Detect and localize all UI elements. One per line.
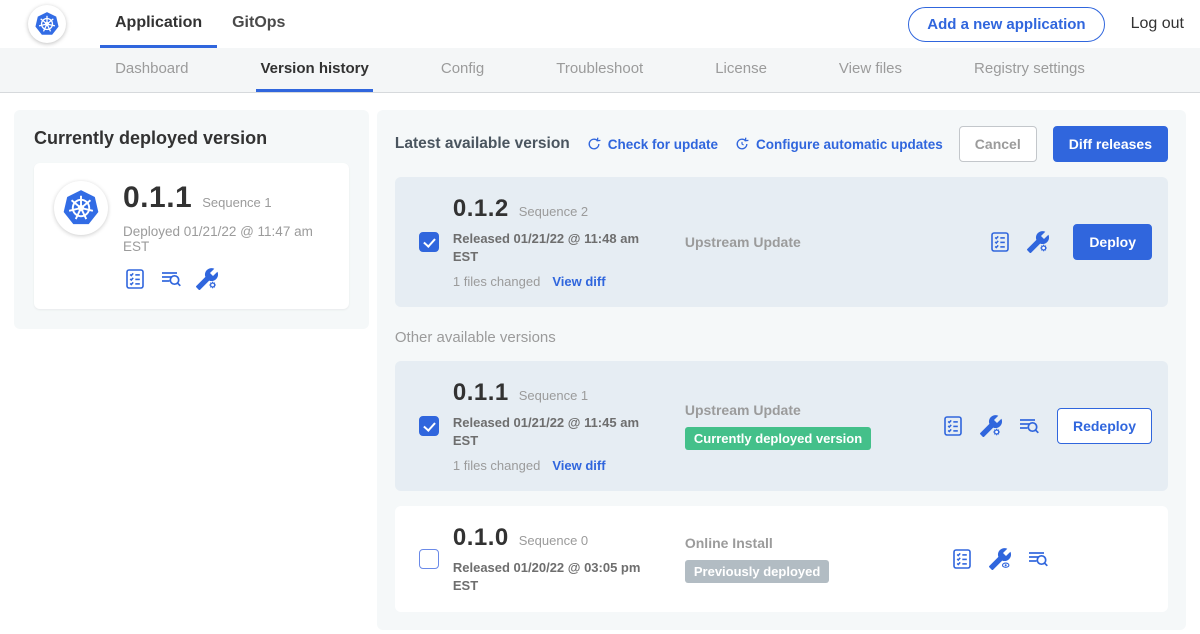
version-card: 0.1.1 Sequence 1 Released 01/21/22 @ 11:…: [395, 361, 1168, 491]
currently-deployed-panel: Currently deployed version 0.1.1 Sequenc…: [14, 110, 369, 329]
view-logs-icon[interactable]: [1026, 547, 1050, 571]
topnav-tab-application[interactable]: Application: [100, 0, 217, 48]
version-released-timestamp: Released 01/21/22 @ 11:48 am EST: [453, 230, 651, 265]
refresh-icon: [586, 136, 602, 152]
version-sequence: Sequence 0: [519, 533, 588, 548]
view-logs-icon[interactable]: [159, 267, 183, 291]
app-logo-icon: [54, 181, 108, 235]
subnav-item-license[interactable]: License: [711, 48, 771, 92]
top-navigation: ApplicationGitOps Add a new application …: [0, 0, 1200, 48]
version-select-checkbox[interactable]: [419, 232, 439, 252]
version-number: 0.1.1: [453, 379, 509, 407]
version-card: 0.1.2 Sequence 2 Released 01/21/22 @ 11:…: [395, 177, 1168, 307]
cancel-button[interactable]: Cancel: [959, 126, 1037, 162]
version-history-panel: Latest available version Check for updat…: [377, 110, 1186, 630]
version-status-badge: Currently deployed version: [685, 427, 871, 450]
version-card: 0.1.0 Sequence 0 Released 01/20/22 @ 03:…: [395, 506, 1168, 612]
logout-button[interactable]: Log out: [1131, 15, 1184, 33]
version-deploy-button[interactable]: Redeploy: [1057, 408, 1152, 444]
latest-available-title: Latest available version: [395, 135, 570, 153]
check-for-update-link[interactable]: Check for update: [586, 136, 718, 152]
view-diff-link[interactable]: View diff: [552, 274, 605, 289]
version-select-checkbox[interactable]: [419, 549, 439, 569]
preflight-checks-icon[interactable]: [988, 230, 1012, 254]
version-number: 0.1.2: [453, 195, 509, 223]
auto-update-icon: [734, 136, 750, 152]
edit-config-icon[interactable]: [1026, 230, 1050, 254]
currently-deployed-title: Currently deployed version: [34, 128, 349, 149]
view-config-icon[interactable]: [988, 547, 1012, 571]
version-released-timestamp: Released 01/21/22 @ 11:45 am EST: [453, 414, 651, 449]
preflight-checks-icon[interactable]: [950, 547, 974, 571]
view-logs-icon[interactable]: [1017, 414, 1041, 438]
deployed-version-actions: [123, 267, 329, 291]
kubernetes-logo-icon: [28, 5, 66, 43]
topnav-tabs: ApplicationGitOps: [100, 0, 300, 48]
diff-releases-button[interactable]: Diff releases: [1053, 126, 1168, 162]
version-sequence: Sequence 1: [519, 388, 588, 403]
app-sub-navigation: Dashboard Version history Config Troublesho…: [0, 48, 1200, 93]
edit-config-icon[interactable]: [195, 267, 219, 291]
version-source-label: Upstream Update: [685, 234, 988, 250]
subnav-item-config[interactable]: Config: [437, 48, 488, 92]
subnav-item-view-files[interactable]: View files: [835, 48, 906, 92]
version-action-icons: [950, 547, 1050, 571]
subnav-item-dashboard[interactable]: Dashboard: [111, 48, 192, 92]
configure-automatic-updates-link[interactable]: Configure automatic updates: [734, 136, 943, 152]
deployed-version-sequence: Sequence 1: [202, 195, 271, 210]
version-number: 0.1.0: [453, 524, 509, 552]
subnav-item-version-history[interactable]: Version history: [256, 48, 372, 92]
files-changed-label: 1 files changed: [453, 274, 540, 289]
topnav-tab-gitops[interactable]: GitOps: [217, 0, 300, 48]
version-source-label: Upstream Update: [685, 402, 941, 418]
version-select-checkbox[interactable]: [419, 416, 439, 436]
deployed-version-number: 0.1.1: [123, 181, 192, 215]
subnav-item-registry-settings[interactable]: Registry settings: [970, 48, 1089, 92]
main-content: Currently deployed version 0.1.1 Sequenc…: [0, 93, 1200, 630]
preflight-checks-icon[interactable]: [123, 267, 147, 291]
subnav-item-troubleshoot[interactable]: Troubleshoot: [552, 48, 647, 92]
edit-config-icon[interactable]: [979, 414, 1003, 438]
version-source-label: Online Install: [685, 535, 950, 551]
version-action-icons: [988, 230, 1050, 254]
add-new-application-button[interactable]: Add a new application: [908, 7, 1104, 42]
version-released-timestamp: Released 01/20/22 @ 03:05 pm EST: [453, 559, 651, 594]
version-deploy-button[interactable]: Deploy: [1073, 224, 1152, 260]
files-changed-label: 1 files changed: [453, 458, 540, 473]
preflight-checks-icon[interactable]: [941, 414, 965, 438]
version-action-icons: [941, 414, 1041, 438]
deployed-timestamp: Deployed 01/21/22 @ 11:47 am EST: [123, 224, 329, 254]
version-sequence: Sequence 2: [519, 204, 588, 219]
other-available-versions-heading: Other available versions: [395, 329, 1168, 346]
deployed-version-card: 0.1.1 Sequence 1 Deployed 01/21/22 @ 11:…: [34, 163, 349, 309]
view-diff-link[interactable]: View diff: [552, 458, 605, 473]
version-status-badge: Previously deployed: [685, 560, 829, 583]
